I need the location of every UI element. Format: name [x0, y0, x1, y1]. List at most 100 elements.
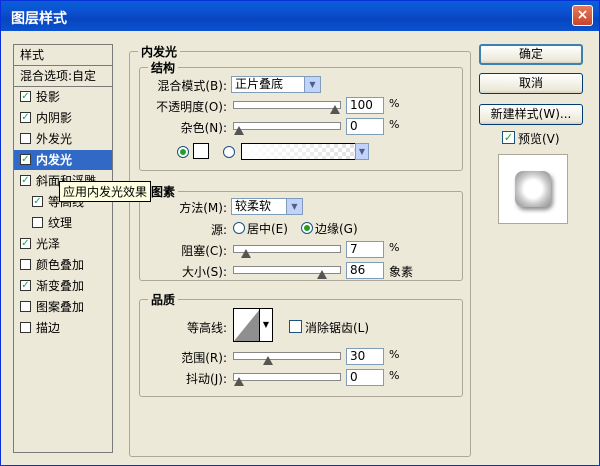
range-slider[interactable] [233, 352, 341, 365]
tooltip: 应用内发光效果 [59, 181, 152, 202]
opacity-input[interactable]: 100 [346, 97, 384, 114]
style-item-label: 图案叠加 [36, 300, 85, 314]
style-checkbox[interactable] [20, 322, 31, 333]
size-input[interactable]: 86 [346, 262, 384, 279]
styles-list: 样式 混合选项:自定 ✓投影✓内阴影外发光✓内发光✓斜面和浮雕✓等高线纹理✓光泽… [13, 44, 113, 453]
style-checkbox[interactable]: ✓ [20, 280, 31, 291]
style-item-label: 内发光 [36, 153, 73, 167]
range-input[interactable]: 30 [346, 348, 384, 365]
style-item[interactable]: ✓ 渐变叠加 [14, 276, 112, 296]
noise-slider[interactable] [233, 122, 341, 135]
style-item[interactable]: 描边 [14, 318, 112, 338]
source-center-label: 居中(E) [247, 222, 288, 236]
jitter-input[interactable]: 0 [346, 369, 384, 386]
style-item[interactable]: 外发光 [14, 129, 112, 149]
quality-legend: 品质 [151, 293, 176, 307]
style-item[interactable]: ✓ 投影 [14, 87, 112, 107]
chevron-down-icon: ▼ [356, 144, 368, 159]
choke-input[interactable]: 7 [346, 241, 384, 258]
style-item-label: 颜色叠加 [36, 258, 85, 272]
range-unit: % [389, 348, 400, 361]
contour-curve-icon [234, 309, 260, 341]
style-item-label: 渐变叠加 [36, 279, 85, 293]
ok-button[interactable]: 确定 [479, 44, 583, 65]
style-checkbox[interactable]: ✓ [20, 112, 31, 123]
opacity-slider-thumb[interactable] [330, 105, 340, 114]
opacity-label: 不透明度(O): [156, 100, 227, 114]
style-checkbox[interactable]: ✓ [20, 154, 31, 165]
blend-mode-dropdown[interactable]: 正片叠底 ▼ [231, 76, 321, 93]
size-slider-thumb[interactable] [316, 270, 327, 279]
style-item-label: 光泽 [36, 237, 61, 251]
size-unit: 象素 [389, 265, 414, 279]
style-checkbox[interactable] [32, 217, 43, 228]
jitter-label: 抖动(J): [186, 372, 227, 386]
range-slider-thumb[interactable] [262, 356, 273, 365]
style-item[interactable]: 颜色叠加 [14, 255, 112, 275]
noise-input[interactable]: 0 [346, 118, 384, 135]
source-edge-label: 边缘(G) [315, 222, 358, 236]
opacity-slider[interactable] [233, 101, 341, 114]
solid-color-radio[interactable] [177, 146, 189, 158]
anti-alias-label: 消除锯齿(L) [305, 321, 370, 335]
style-checkbox[interactable] [20, 133, 31, 144]
style-item-label: 内阴影 [36, 111, 73, 125]
method-label: 方法(M): [179, 201, 227, 215]
jitter-slider-thumb[interactable] [234, 377, 244, 386]
style-item[interactable]: ✓ 内发光 [14, 150, 112, 170]
inner-glow-title: 内发光 [141, 45, 178, 59]
opacity-unit: % [389, 97, 400, 110]
gradient-radio[interactable] [223, 146, 235, 158]
style-checkbox[interactable]: ✓ [32, 196, 43, 207]
range-label: 范围(R): [181, 351, 227, 365]
preview-checkbox[interactable]: ✓ [502, 131, 515, 144]
style-checkbox[interactable]: ✓ [20, 175, 31, 186]
new-style-button[interactable]: 新建样式(W)... [479, 104, 583, 125]
style-item[interactable]: 纹理 [14, 213, 112, 233]
preview-label: 预览(V) [518, 132, 560, 146]
styles-header[interactable]: 样式 [14, 45, 112, 66]
window-title: 图层样式 [11, 11, 67, 27]
source-center-radio[interactable] [233, 222, 245, 234]
gradient-swatch[interactable] [241, 143, 357, 160]
noise-label: 杂色(N): [180, 121, 227, 135]
source-edge-radio[interactable] [301, 222, 313, 234]
style-checkbox[interactable]: ✓ [20, 91, 31, 102]
style-preview [498, 154, 568, 224]
style-item[interactable]: ✓ 光泽 [14, 234, 112, 254]
layer-style-dialog: 图层样式 × 样式 混合选项:自定 ✓投影✓内阴影外发光✓内发光✓斜面和浮雕✓等… [0, 0, 600, 466]
elements-legend: 图素 [151, 185, 176, 199]
size-slider[interactable] [233, 266, 341, 279]
source-label: 源: [210, 223, 227, 237]
chevron-down-icon: ▼ [304, 77, 320, 92]
blend-options-item[interactable]: 混合选项:自定 [14, 66, 112, 87]
choke-slider[interactable] [233, 245, 341, 258]
style-item-label: 投影 [36, 90, 61, 104]
noise-unit: % [389, 118, 400, 131]
chevron-down-icon[interactable]: ▼ [259, 309, 272, 341]
glow-color-swatch[interactable] [193, 143, 209, 159]
structure-legend: 结构 [151, 61, 176, 75]
cancel-button[interactable]: 取消 [479, 73, 583, 94]
choke-slider-thumb[interactable] [240, 249, 251, 258]
title-bar[interactable]: 图层样式 × [1, 1, 599, 31]
preview-thumbnail [515, 171, 551, 207]
style-checkbox[interactable] [20, 259, 31, 270]
style-item-label: 描边 [36, 321, 61, 335]
style-checkbox[interactable] [20, 301, 31, 312]
noise-slider-thumb[interactable] [234, 126, 244, 135]
style-item[interactable]: ✓ 内阴影 [14, 108, 112, 128]
gradient-dropdown[interactable]: ▼ [355, 143, 369, 160]
chevron-down-icon: ▼ [286, 199, 302, 214]
style-item-label: 外发光 [36, 132, 73, 146]
close-button[interactable]: × [572, 5, 593, 26]
style-item[interactable]: 图案叠加 [14, 297, 112, 317]
blend-mode-label: 混合模式(B): [157, 79, 227, 93]
jitter-unit: % [389, 369, 400, 382]
contour-label: 等高线: [186, 321, 227, 335]
anti-alias-checkbox[interactable] [289, 320, 302, 333]
contour-picker[interactable]: ▼ [233, 308, 273, 342]
jitter-slider[interactable] [233, 373, 341, 386]
method-dropdown[interactable]: 较柔软 ▼ [231, 198, 303, 215]
style-checkbox[interactable]: ✓ [20, 238, 31, 249]
